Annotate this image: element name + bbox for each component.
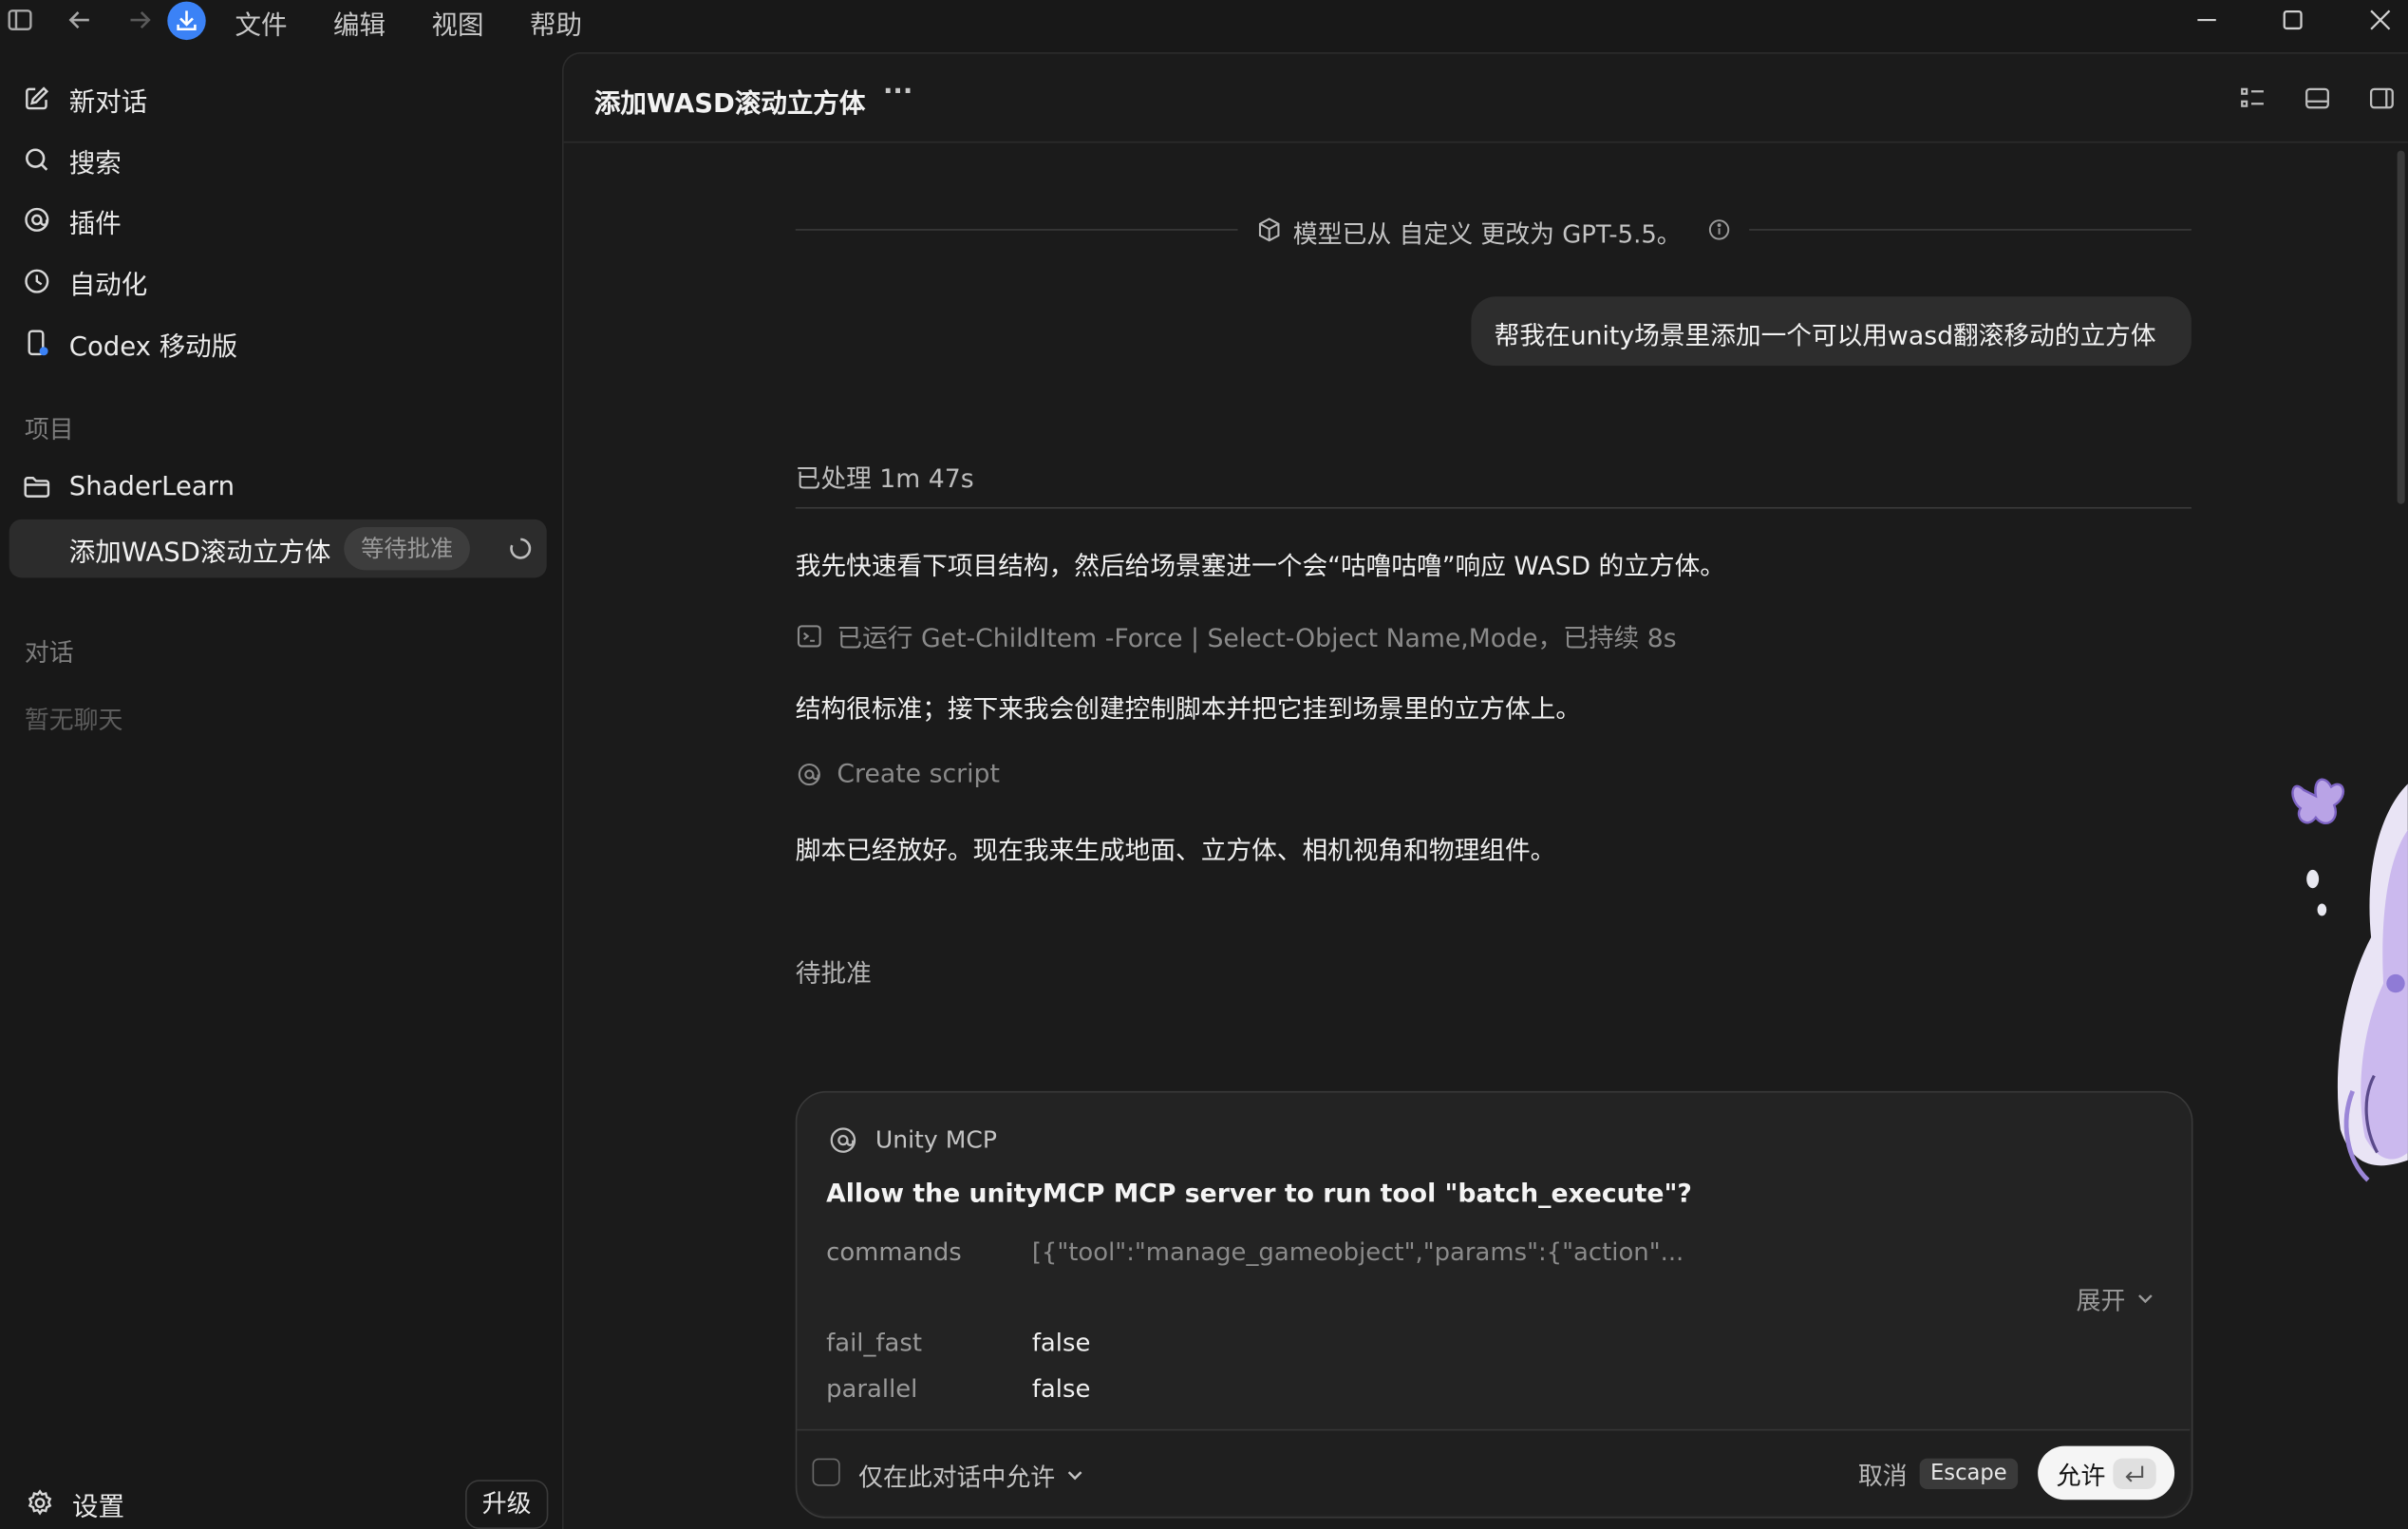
settings-label: 设置 — [72, 1491, 125, 1522]
nav-label: 自动化 — [68, 269, 148, 301]
plugin-icon — [796, 760, 823, 787]
nav-label: Codex 移动版 — [68, 330, 238, 363]
scrollbar-thumb[interactable] — [2397, 150, 2405, 504]
minimize-icon[interactable] — [2193, 6, 2221, 33]
projects-section-label: 项目 — [24, 414, 74, 444]
edit-icon — [22, 83, 52, 113]
param-key-commands: commands — [826, 1236, 962, 1267]
expand-label: 展开 — [2076, 1286, 2126, 1316]
menu-edit[interactable]: 编辑 — [333, 3, 386, 41]
menu-file[interactable]: 文件 — [235, 3, 287, 41]
command-run-text: 已运行 Get-ChildItem -Force | Select-Object… — [837, 623, 1677, 653]
plugin-icon — [22, 204, 52, 235]
param-value-parallel: false — [1031, 1373, 1091, 1404]
allow-scope-label: 仅在此对话中允许 — [858, 1463, 1056, 1493]
bottom-panel-icon[interactable] — [2304, 85, 2331, 112]
cancel-button[interactable]: 取消 Escape — [1857, 1455, 2019, 1492]
close-icon[interactable] — [2366, 6, 2394, 33]
back-arrow-icon[interactable] — [66, 6, 94, 33]
info-icon[interactable] — [1707, 218, 1730, 241]
nav-label: 插件 — [68, 208, 122, 239]
assistant-message-1: 我先快速看下项目结构，然后给场景塞进一个会“咕噜咕噜”响应 WASD 的立方体。 — [795, 551, 1725, 581]
header-divider — [563, 141, 2408, 143]
allow-scope-dropdown[interactable]: 仅在此对话中允许 — [858, 1457, 1085, 1494]
sidebar-toggle-icon[interactable] — [6, 6, 33, 33]
tool-call-row[interactable]: Create script — [796, 759, 1000, 788]
thread-header-title: 添加WASD滚动立方体 — [593, 88, 866, 121]
allow-label: 允许 — [2056, 1461, 2106, 1491]
more-options-button[interactable]: ··· — [883, 77, 912, 107]
cancel-label: 取消 — [1857, 1461, 1908, 1491]
folder-icon — [22, 472, 52, 502]
right-panel-icon[interactable] — [2368, 85, 2396, 112]
settings-button[interactable]: 设置 — [25, 1482, 124, 1522]
mcp-server-icon — [828, 1124, 858, 1155]
command-run-row[interactable]: 已运行 Get-ChildItem -Force | Select-Object… — [796, 617, 1677, 654]
menu-help[interactable]: 帮助 — [530, 3, 582, 41]
nav-new-chat[interactable]: 新对话 — [22, 79, 148, 119]
search-icon — [22, 144, 52, 175]
nav-label: 新对话 — [68, 86, 148, 118]
nav-plugins[interactable]: 插件 — [22, 199, 122, 239]
notice-rule-right — [1749, 229, 2192, 231]
param-key-parallel: parallel — [826, 1373, 918, 1404]
param-value-fail-fast: false — [1031, 1328, 1091, 1357]
terminal-icon — [796, 622, 823, 650]
menu-view[interactable]: 视图 — [431, 3, 483, 41]
cube-icon — [1256, 217, 1282, 243]
param-key-fail-fast: fail_fast — [826, 1328, 922, 1357]
notice-rule-left — [795, 229, 1238, 231]
download-update-icon[interactable] — [167, 1, 206, 41]
param-value-commands: [{"tool":"manage_gameobject","params":{"… — [1031, 1236, 1684, 1267]
thread-title: 添加WASD滚动立方体 — [68, 538, 331, 569]
mascot-character-image — [2286, 768, 2408, 1199]
assistant-message-3: 脚本已经放好。现在我来生成地面、立方体、相机视角和物理组件。 — [795, 836, 1556, 865]
project-shaderlearn[interactable]: ShaderLearn — [22, 467, 235, 507]
tool-call-text: Create script — [837, 759, 1000, 789]
pending-approval-label: 待批准 — [795, 958, 872, 989]
model-change-notice: 模型已从 自定义 更改为 GPT-5.5。 — [1292, 219, 1682, 250]
nav-codex-mobile[interactable]: Codex 移动版 — [22, 323, 238, 363]
enter-key-icon — [2113, 1458, 2156, 1489]
chevron-down-icon — [2135, 1288, 2156, 1310]
maximize-icon[interactable] — [2279, 6, 2306, 33]
expand-button[interactable]: 展开 — [2077, 1280, 2156, 1317]
chevron-down-icon — [1064, 1464, 1086, 1486]
processed-duration[interactable]: 已处理 1m 47s — [796, 458, 974, 495]
project-name: ShaderLearn — [68, 471, 235, 503]
processed-divider — [795, 506, 2192, 509]
forward-arrow-icon[interactable] — [126, 6, 154, 33]
mobile-icon — [22, 328, 52, 358]
nav-automation[interactable]: 自动化 — [22, 261, 148, 301]
no-chats-text: 暂无聊天 — [24, 705, 123, 735]
assistant-message-2: 结构很标准；接下来我会创建控制脚本并把它挂到场景里的立方体上。 — [795, 694, 1582, 725]
gear-icon — [25, 1487, 55, 1518]
loading-spinner-icon — [507, 535, 535, 562]
upgrade-button[interactable]: 升级 — [465, 1480, 549, 1529]
status-badge: 等待批准 — [344, 527, 470, 571]
clock-icon — [22, 266, 52, 296]
user-message-text: 帮我在unity场景里添加一个可以用wasd翻滚移动的立方体 — [1494, 321, 2156, 350]
chats-section-label: 对话 — [24, 637, 74, 668]
mcp-server-name: Unity MCP — [875, 1126, 997, 1155]
approval-question: Allow the unityMCP MCP server to run too… — [826, 1179, 1692, 1208]
nav-label: 搜索 — [68, 148, 122, 179]
list-view-icon[interactable] — [2239, 85, 2267, 112]
nav-search[interactable]: 搜索 — [22, 140, 122, 179]
escape-key-hint: Escape — [1919, 1458, 2019, 1489]
allow-in-chat-checkbox[interactable] — [812, 1458, 840, 1486]
